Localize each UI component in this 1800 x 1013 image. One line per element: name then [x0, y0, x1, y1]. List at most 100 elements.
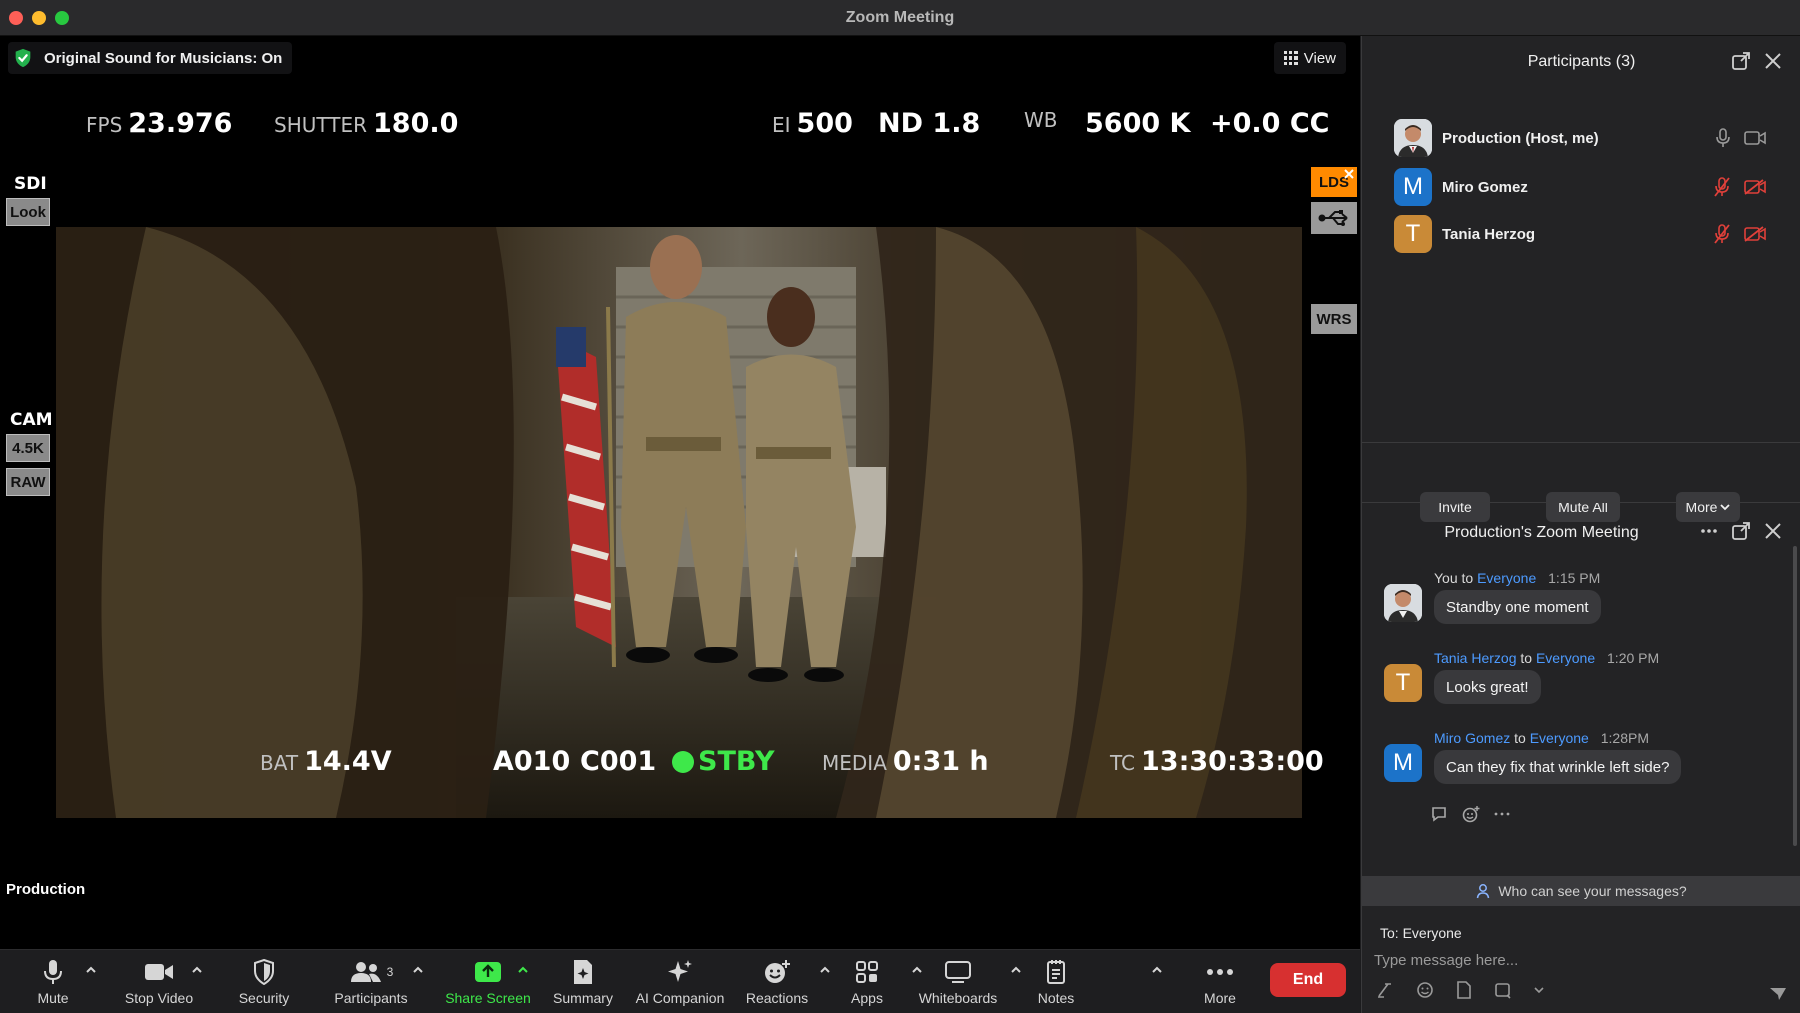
message-sender[interactable]: Tania Herzog [1434, 650, 1517, 666]
participant-name: Miro Gomez [1442, 178, 1528, 196]
view-button[interactable]: View [1273, 42, 1346, 74]
summary-button[interactable]: Summary [528, 958, 638, 1013]
timecode-value: 13:30:33:00 [1141, 746, 1324, 777]
invite-button[interactable]: Invite [1420, 492, 1490, 522]
recipient-selector[interactable]: To: Everyone [1380, 925, 1462, 941]
participants-more-button[interactable]: More [1676, 492, 1740, 522]
end-meeting-button[interactable]: End [1270, 963, 1346, 997]
message-meta: Miro Gomez to Everyone 1:28PM [1434, 730, 1649, 746]
whiteboards-label: Whiteboards [918, 990, 998, 1006]
participants-button[interactable]: 3 Participants [316, 958, 426, 1013]
record-status: STBY [698, 746, 775, 777]
screenshot-icon[interactable] [1494, 981, 1512, 999]
notes-icon [1040, 958, 1072, 986]
mute-all-button[interactable]: Mute All [1546, 492, 1620, 522]
whiteboard-icon [942, 958, 974, 986]
message-bubble[interactable]: Can they fix that wrinkle left side? [1434, 750, 1682, 784]
side-panel: Participants (3) Production (Host, me) M… [1361, 36, 1800, 1013]
notes-button[interactable]: Notes [1001, 958, 1111, 1013]
close-icon[interactable] [1764, 522, 1782, 540]
notes-label: Notes [1037, 990, 1075, 1006]
chevron-up-icon[interactable] [1151, 964, 1163, 976]
person-icon [1477, 884, 1490, 899]
participant-row[interactable]: T Tania Herzog [1394, 213, 1784, 255]
ellipsis-icon [1204, 958, 1236, 986]
smiley-add-icon [761, 958, 793, 986]
ellipsis-icon[interactable] [1494, 811, 1510, 817]
message-sender: You [1434, 570, 1458, 586]
microphone-muted-icon[interactable] [1714, 224, 1730, 244]
video-camera-icon [143, 958, 175, 986]
ei-label: EI [772, 113, 791, 137]
microphone-icon[interactable] [1716, 128, 1730, 148]
message-to: to [1520, 650, 1533, 666]
message-actions [1430, 805, 1510, 823]
window-title: Zoom Meeting [845, 9, 955, 26]
message-audience[interactable]: Everyone [1536, 650, 1595, 666]
more-label: More [1204, 990, 1236, 1006]
reply-icon[interactable] [1430, 806, 1448, 822]
ai-companion-button[interactable]: AI Companion [625, 958, 735, 1013]
divider [1362, 502, 1800, 503]
format-text-icon[interactable] [1376, 981, 1394, 999]
video-off-icon[interactable] [1744, 179, 1766, 195]
ei-value: 500 [796, 108, 853, 139]
message-bubble[interactable]: Standby one moment [1434, 590, 1601, 624]
participant-name-label: Production [6, 881, 86, 898]
security-label: Security [238, 990, 290, 1006]
message-time: 1:28PM [1600, 730, 1649, 746]
title-bar: Zoom Meeting [0, 0, 1800, 36]
original-sound-badge[interactable]: Original Sound for Musicians: On [8, 42, 293, 74]
message-meta: You to Everyone 1:15 PM [1434, 570, 1600, 586]
participant-name: Tania Herzog [1442, 225, 1536, 243]
message-sender[interactable]: Miro Gomez [1434, 730, 1510, 746]
shutter-value: 180.0 [373, 108, 459, 139]
reel-value: A010 [493, 746, 571, 777]
media-label: MEDIA [822, 751, 887, 775]
document-sparkle-icon [567, 958, 599, 986]
security-button[interactable]: Security [209, 958, 319, 1013]
chat-title: Production's Zoom Meeting [1444, 524, 1639, 541]
participant-row[interactable]: Production (Host, me) [1394, 117, 1784, 159]
look-badge: Look [6, 198, 50, 226]
add-reaction-icon[interactable] [1462, 805, 1480, 823]
grid-icon [1283, 51, 1298, 65]
message-bubble[interactable]: Looks great! [1434, 670, 1541, 704]
message-to: to [1514, 730, 1526, 746]
chat-message-input[interactable] [1374, 948, 1784, 972]
video-camera-icon[interactable] [1744, 130, 1766, 146]
video-off-icon[interactable] [1744, 226, 1766, 242]
message-meta: Tania Herzog to Everyone 1:20 PM [1434, 650, 1659, 666]
emoji-icon[interactable] [1416, 981, 1434, 999]
pop-out-icon[interactable] [1732, 522, 1750, 540]
chevron-up-icon[interactable] [191, 964, 203, 976]
message-audience[interactable]: Everyone [1477, 570, 1536, 586]
pop-out-icon[interactable] [1732, 52, 1750, 70]
chat-scrollbar[interactable] [1793, 546, 1797, 846]
avatar: M [1394, 168, 1432, 206]
who-can-see-bar[interactable]: Who can see your messages? [1362, 876, 1800, 906]
send-icon[interactable] [1769, 986, 1787, 1002]
meeting-toolbar: Mute Stop Video Security 3 Participants … [0, 949, 1360, 1013]
participant-row[interactable]: M Miro Gomez [1394, 166, 1784, 208]
apps-grid-icon [851, 958, 883, 986]
message-time: 1:20 PM [1607, 650, 1660, 666]
chevron-down-icon[interactable] [1534, 986, 1544, 994]
close-icon[interactable] [1764, 52, 1782, 70]
sdi-label: SDI [14, 174, 47, 194]
ellipsis-icon[interactable] [1700, 522, 1718, 540]
who-can-see-text: Who can see your messages? [1498, 883, 1687, 899]
file-icon[interactable] [1456, 981, 1472, 999]
microphone-muted-icon[interactable] [1714, 177, 1730, 197]
whiteboards-button[interactable]: Whiteboards [903, 958, 1013, 1013]
ai-companion-label: AI Companion [635, 990, 725, 1006]
message-audience[interactable]: Everyone [1530, 730, 1589, 746]
more-button[interactable]: More [1165, 958, 1275, 1013]
battery-label: BAT [260, 751, 299, 775]
camera-hud-bottom: BAT 14.4V A010 C001 STBY MEDIA 0:31 h TC… [0, 736, 1360, 796]
lds-badge: LDS [1311, 167, 1357, 197]
chevron-up-icon[interactable] [85, 964, 97, 976]
chevron-up-icon[interactable] [412, 964, 424, 976]
microphone-icon [37, 958, 69, 986]
battery-value: 14.4V [304, 746, 392, 777]
